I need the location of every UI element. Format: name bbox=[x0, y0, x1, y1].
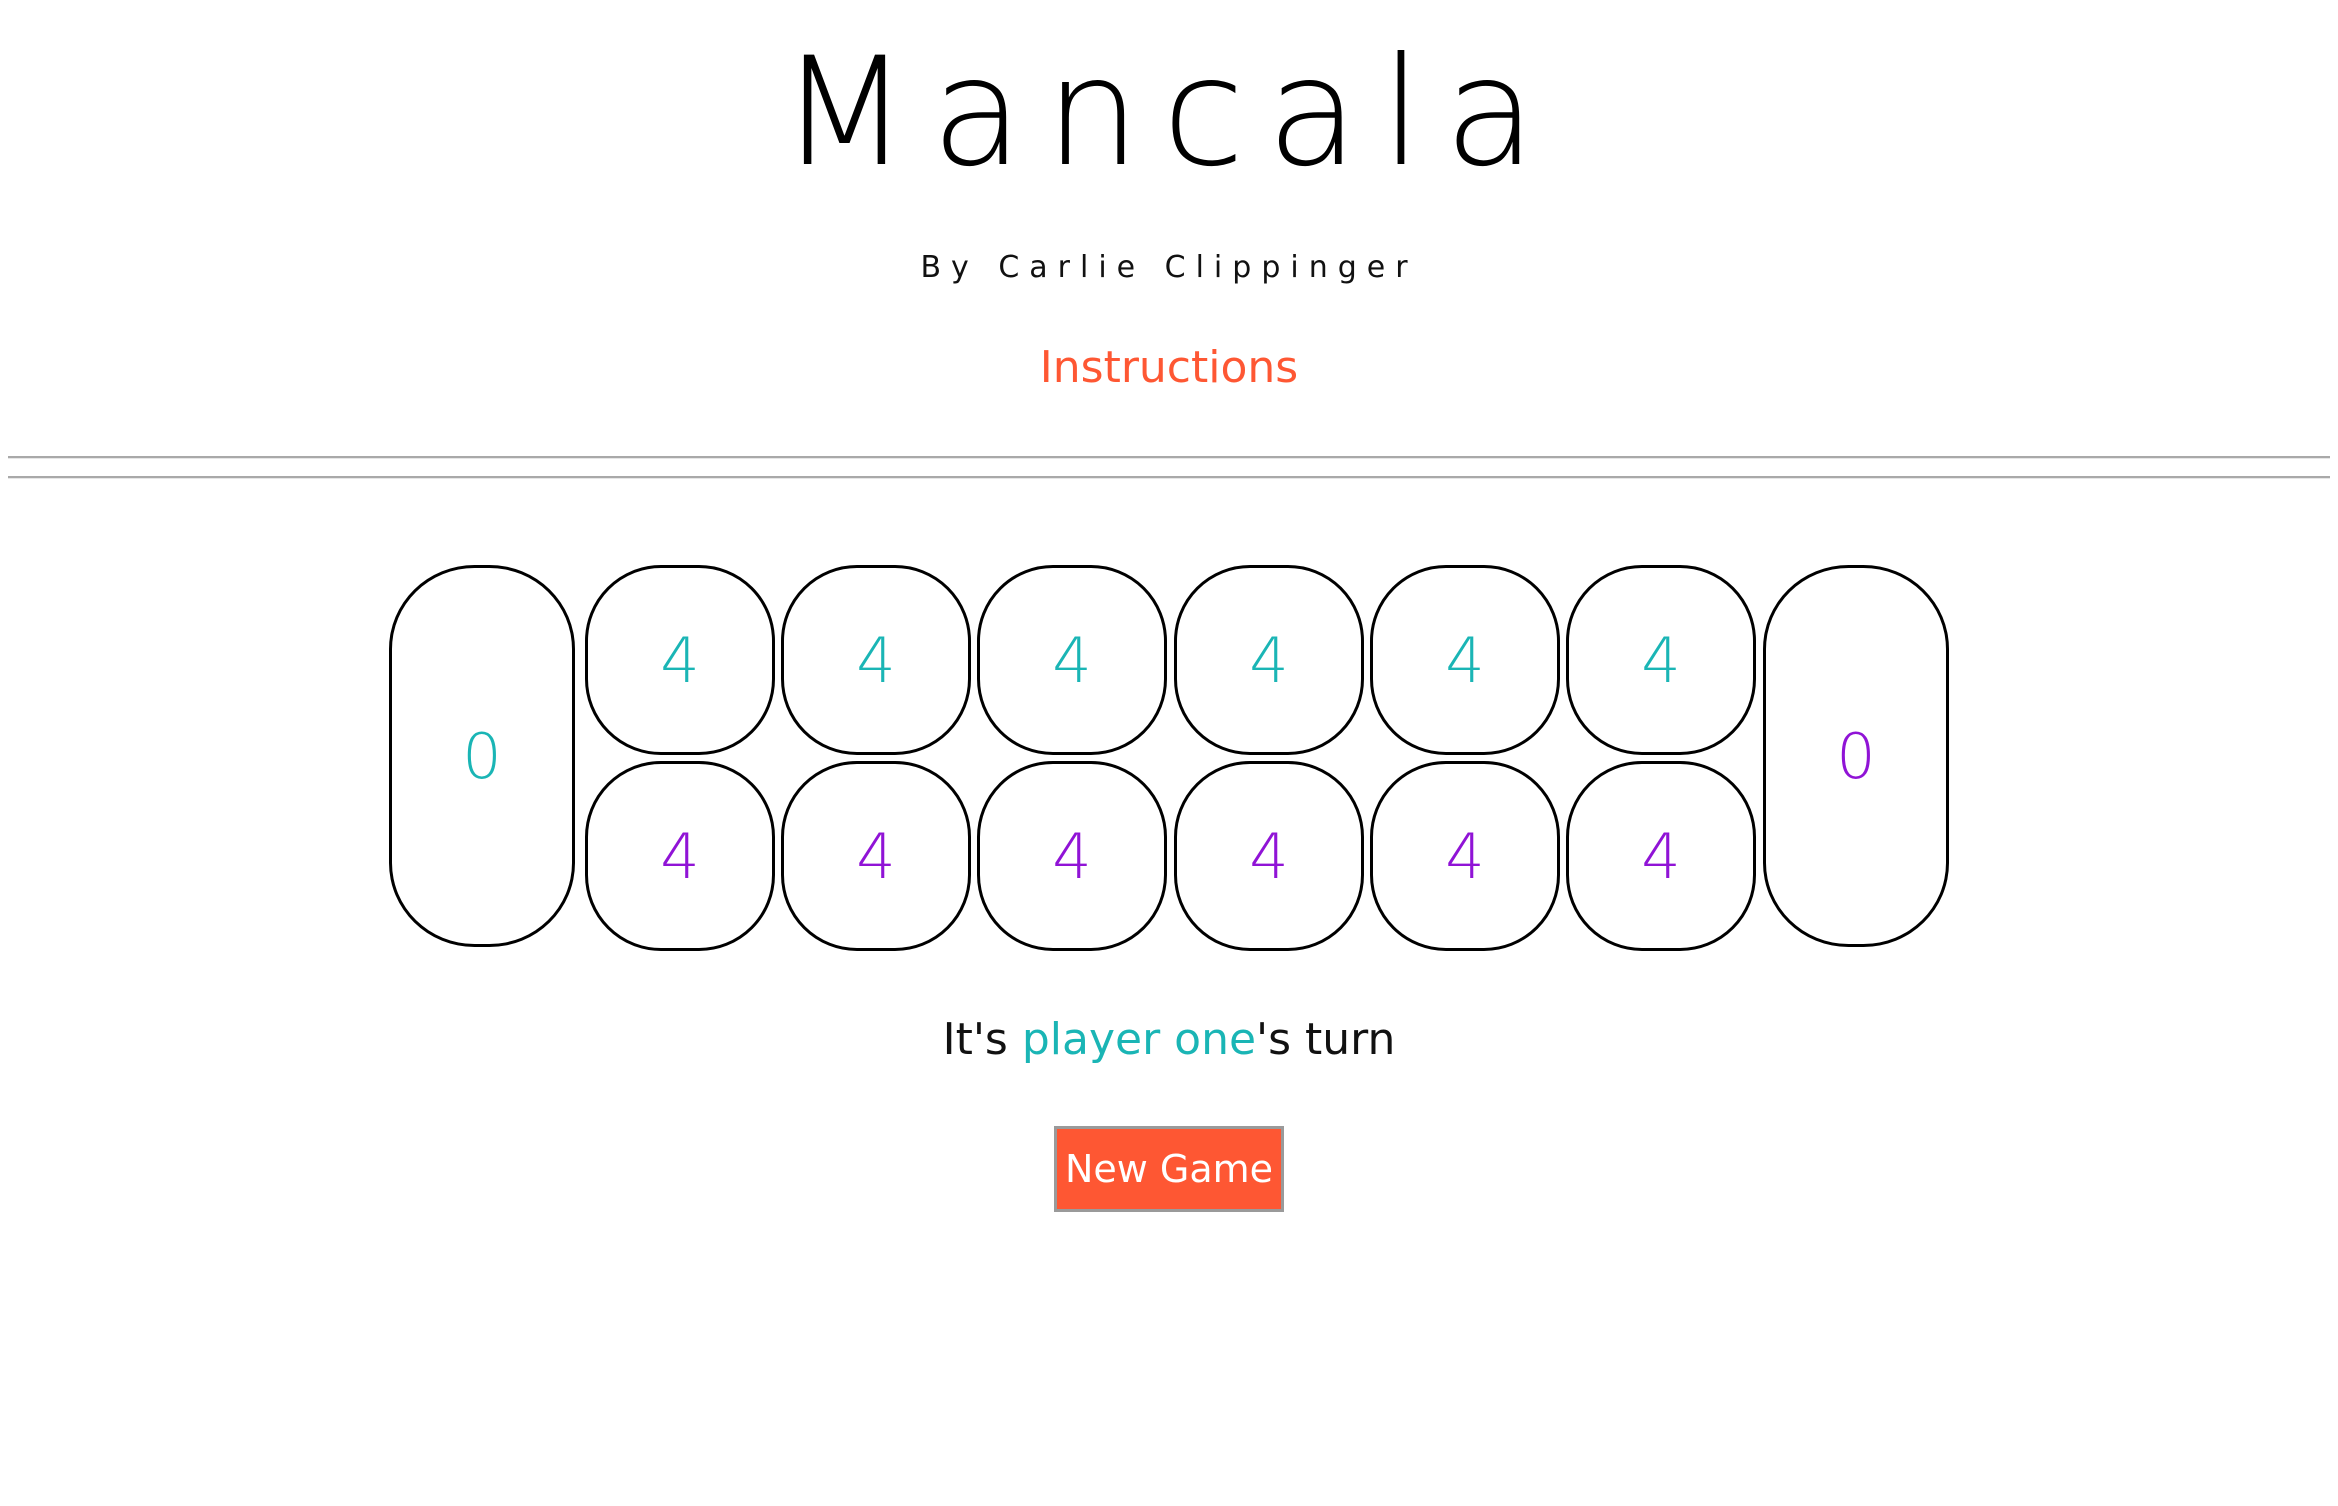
mancala-page: Mancala By Carlie Clippinger Instruction… bbox=[0, 0, 2338, 1506]
player-two-pit[interactable]: 4 bbox=[1174, 761, 1364, 951]
author-byline: By Carlie Clippinger bbox=[920, 250, 1418, 285]
divider-bottom bbox=[8, 476, 2330, 479]
player-two-pit[interactable]: 4 bbox=[585, 761, 775, 951]
player-one-pit[interactable]: 4 bbox=[585, 565, 775, 755]
player-two-store: 0 bbox=[1763, 565, 1949, 947]
turn-status: It's player one's turn bbox=[0, 1010, 2338, 1070]
player-one-pit[interactable]: 4 bbox=[781, 565, 971, 755]
turn-status-prefix: It's bbox=[942, 1014, 1022, 1065]
turn-status-suffix: 's turn bbox=[1256, 1014, 1396, 1065]
player-two-pit[interactable]: 4 bbox=[781, 761, 971, 951]
player-one-pit[interactable]: 4 bbox=[977, 565, 1167, 755]
player-two-pit[interactable]: 4 bbox=[1370, 761, 1560, 951]
new-game-button[interactable]: New Game bbox=[1054, 1126, 1284, 1212]
player-two-pit[interactable]: 4 bbox=[1566, 761, 1756, 951]
player-one-pit[interactable]: 4 bbox=[1566, 565, 1756, 755]
page-title: Mancala bbox=[779, 26, 1559, 200]
player-one-pit[interactable]: 4 bbox=[1370, 565, 1560, 755]
mancala-board: 0 4 4 4 4 4 4 4 4 4 4 4 4 0 bbox=[389, 565, 1951, 951]
player-one-pit[interactable]: 4 bbox=[1174, 565, 1364, 755]
player-one-store: 0 bbox=[389, 565, 575, 947]
instructions-link[interactable]: Instructions bbox=[0, 338, 2338, 398]
current-player-name: player one bbox=[1021, 1014, 1257, 1065]
player-two-pit[interactable]: 4 bbox=[977, 761, 1167, 951]
divider-top bbox=[8, 456, 2330, 459]
